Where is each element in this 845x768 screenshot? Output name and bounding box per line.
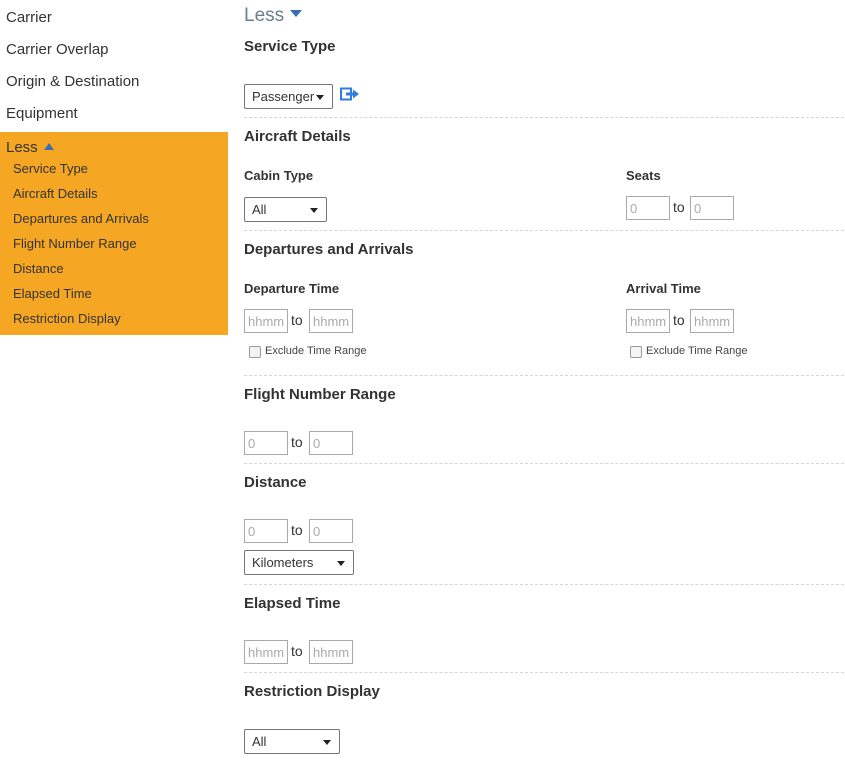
distance-unit-select[interactable]: Kilometers: [244, 550, 354, 575]
distance-from-input[interactable]: 0: [244, 519, 288, 543]
sidebar-item-service-type[interactable]: Service Type: [13, 161, 88, 176]
divider: [244, 672, 844, 673]
restriction-display-value: All: [252, 734, 267, 749]
departure-time-label: Departure Time: [244, 281, 340, 296]
cabin-type-value: All: [252, 202, 267, 217]
departure-time-to-input[interactable]: hhmm: [309, 309, 353, 333]
chevron-down-icon: [310, 208, 318, 213]
sidebar-item-flight-number-range[interactable]: Flight Number Range: [13, 236, 137, 251]
divider: [244, 463, 844, 464]
restriction-display-title: Restriction Display: [244, 683, 380, 700]
chevron-down-icon: [337, 561, 345, 566]
arrival-time-to-input[interactable]: hhmm: [690, 309, 734, 333]
divider: [244, 584, 844, 585]
elapsed-time-to-input[interactable]: hhmm: [309, 640, 353, 664]
cabin-type-label: Cabin Type: [244, 168, 314, 183]
export-icon[interactable]: [340, 87, 360, 101]
sidebar-item-restriction-display[interactable]: Restriction Display: [13, 311, 121, 326]
nav-carrier-overlap[interactable]: Carrier Overlap: [6, 41, 109, 58]
main-less-label: Less: [244, 5, 285, 26]
seats-to-input[interactable]: 0: [690, 196, 734, 220]
divider: [244, 230, 844, 231]
distance-to-text: to: [291, 522, 303, 538]
sidebar-item-distance[interactable]: Distance: [13, 261, 64, 276]
elapsed-time-from-input[interactable]: hhmm: [244, 640, 288, 664]
aircraft-details-title: Aircraft Details: [244, 128, 351, 145]
restriction-display-select[interactable]: All: [244, 729, 340, 754]
sidebar-less-toggle[interactable]: Less: [6, 139, 54, 156]
triangle-down-icon: [290, 10, 303, 17]
sidebar-item-aircraft-details[interactable]: Aircraft Details: [13, 186, 98, 201]
flight-number-to-text: to: [291, 434, 303, 450]
nav-carrier[interactable]: Carrier: [6, 9, 52, 26]
chevron-down-icon: [323, 740, 331, 745]
arrival-exclude-label: Exclude Time Range: [646, 345, 748, 357]
service-type-title: Service Type: [244, 38, 336, 55]
main-less-toggle[interactable]: Less: [244, 5, 303, 27]
sidebar-item-departures-arrivals[interactable]: Departures and Arrivals: [13, 211, 149, 226]
less-panel: Less Service Type Aircraft Details Depar…: [0, 132, 228, 335]
flight-number-from-input[interactable]: 0: [244, 431, 288, 455]
flight-number-range-title: Flight Number Range: [244, 386, 396, 403]
chevron-down-icon: [316, 95, 324, 100]
departure-exclude-checkbox[interactable]: [249, 346, 261, 358]
elapsed-time-title: Elapsed Time: [244, 595, 341, 612]
nav-equipment[interactable]: Equipment: [6, 105, 78, 122]
sidebar-less-label: Less: [6, 139, 38, 156]
service-type-value: Passenger: [252, 89, 315, 104]
departure-time-from-input[interactable]: hhmm: [244, 309, 288, 333]
distance-unit-value: Kilometers: [252, 555, 314, 570]
nav-origin-destination[interactable]: Origin & Destination: [6, 73, 139, 90]
arrival-time-label: Arrival Time: [626, 281, 701, 296]
divider: [244, 117, 844, 118]
seats-from-input[interactable]: 0: [626, 196, 670, 220]
divider: [244, 375, 844, 376]
arrival-time-from-input[interactable]: hhmm: [626, 309, 670, 333]
seats-label: Seats: [626, 168, 661, 183]
distance-title: Distance: [244, 474, 307, 491]
arrival-to-text: to: [673, 312, 685, 328]
sidebar-item-elapsed-time[interactable]: Elapsed Time: [13, 286, 92, 301]
departures-arrivals-title: Departures and Arrivals: [244, 241, 414, 258]
distance-to-input[interactable]: 0: [309, 519, 353, 543]
service-type-select[interactable]: Passenger: [244, 84, 333, 109]
departure-exclude-label: Exclude Time Range: [265, 345, 367, 357]
departure-to-text: to: [291, 312, 303, 328]
flight-number-to-input[interactable]: 0: [309, 431, 353, 455]
seats-to-text: to: [673, 199, 685, 215]
elapsed-time-to-text: to: [291, 643, 303, 659]
triangle-up-icon: [43, 143, 54, 150]
cabin-type-select[interactable]: All: [244, 197, 327, 222]
arrival-exclude-checkbox[interactable]: [630, 346, 642, 358]
